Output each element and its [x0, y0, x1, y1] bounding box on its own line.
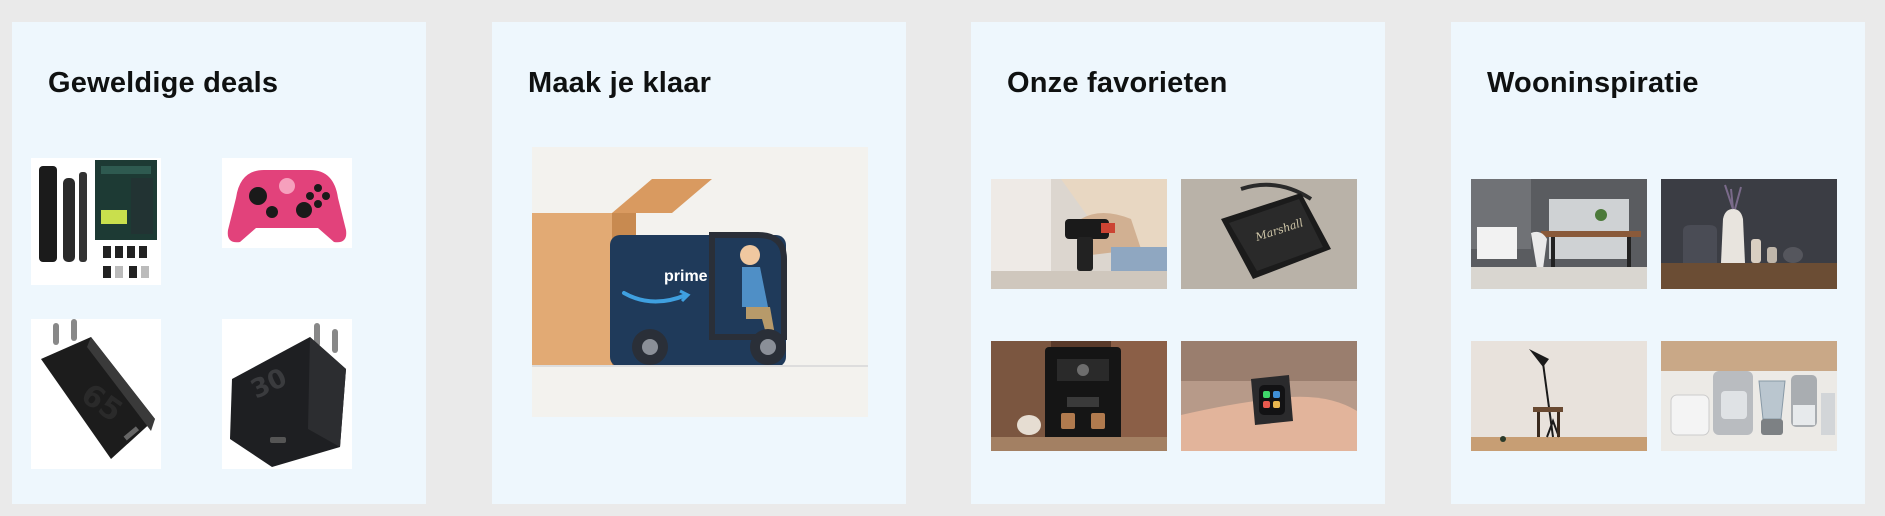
smartwatch-photo-icon [1181, 341, 1357, 451]
grooming-kit-icon [31, 158, 161, 285]
product-dining-room[interactable] [1471, 179, 1647, 289]
dining-room-photo-icon [1471, 179, 1647, 289]
product-grooming-kit[interactable] [31, 158, 161, 285]
card-title: Geweldige deals [48, 67, 279, 99]
card-home-inspiration[interactable]: Wooninspiratie [1451, 22, 1865, 504]
product-game-controller[interactable] [222, 158, 352, 248]
product-floor-lamp[interactable] [1471, 341, 1647, 451]
compact-charger-icon: 30 [222, 319, 352, 469]
usb-charger-icon: 65 [31, 319, 161, 469]
card-title: Onze favorieten [1007, 67, 1228, 99]
card-title: Maak je klaar [528, 67, 712, 99]
card-title: Wooninspiratie [1487, 67, 1699, 99]
product-espresso-machine[interactable] [991, 341, 1167, 451]
product-marshall-speaker[interactable]: Marshall [1181, 179, 1357, 289]
marshall-speaker-photo-icon: Marshall [1181, 179, 1357, 289]
espresso-machine-photo-icon [991, 341, 1167, 451]
kitchen-appliances-photo-icon [1661, 341, 1837, 451]
svg-text:prime: prime [664, 268, 708, 285]
product-compact-charger[interactable]: 30 [222, 319, 352, 469]
card-great-deals[interactable]: Geweldige deals 65 30 [12, 22, 426, 504]
product-smartwatch[interactable] [1181, 341, 1357, 451]
product-usb-charger[interactable]: 65 [31, 319, 161, 469]
product-kitchen-appliances[interactable] [1661, 341, 1837, 451]
vases-shelf-photo-icon [1661, 179, 1837, 289]
card-get-ready[interactable]: Maak je klaar prime [492, 22, 906, 504]
pink-game-controller-icon [222, 158, 352, 248]
card-our-favorites[interactable]: Onze favorieten Marshall [971, 22, 1385, 504]
power-drill-photo-icon [991, 179, 1167, 289]
product-vases-shelf[interactable] [1661, 179, 1837, 289]
promo-prime-delivery[interactable]: prime [532, 147, 868, 417]
floor-lamp-photo-icon [1471, 341, 1647, 451]
product-power-drill[interactable] [991, 179, 1167, 289]
prime-delivery-illustration-icon: prime [532, 147, 868, 417]
